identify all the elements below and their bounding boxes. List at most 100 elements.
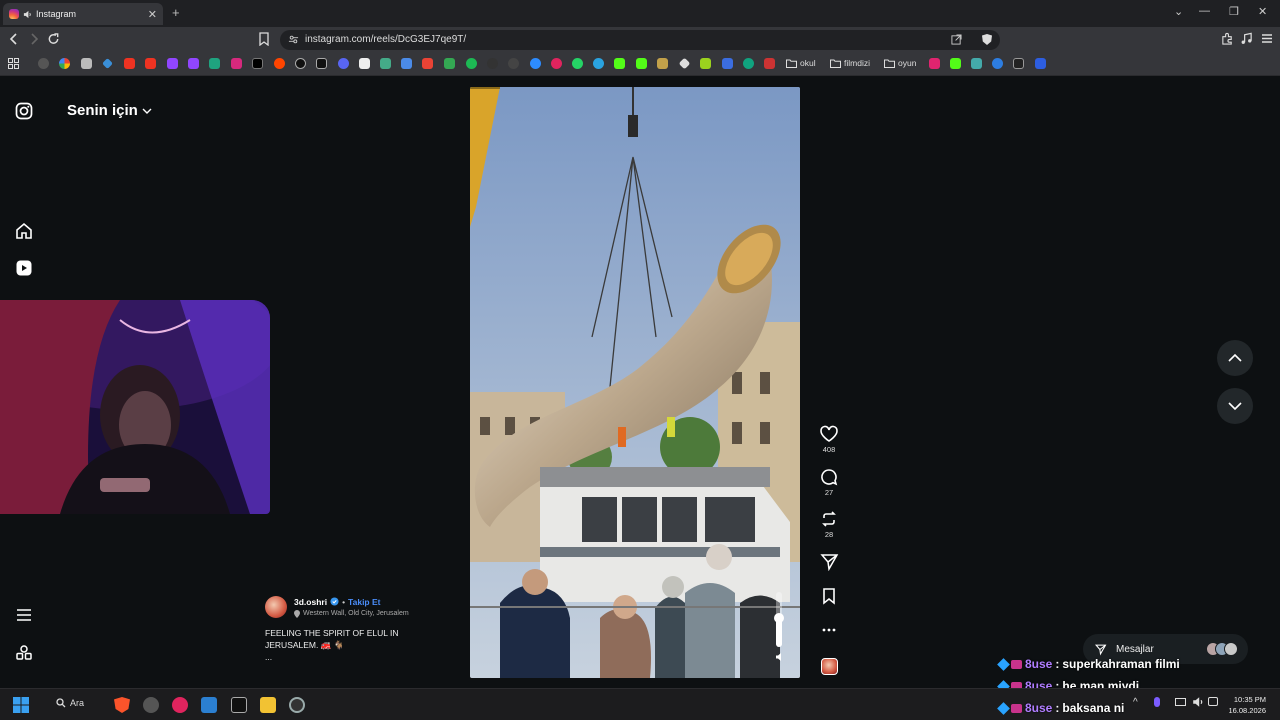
spotify-bookmark-icon[interactable] — [466, 58, 477, 69]
whatsapp-bookmark-icon[interactable] — [572, 58, 583, 69]
bookmark-icon[interactable] — [929, 58, 940, 69]
feed-selector[interactable]: Senin için — [67, 102, 152, 119]
gemini-bookmark-icon[interactable] — [102, 58, 113, 69]
bookmark-icon[interactable] — [992, 58, 1003, 69]
bookmark-folder-filmdizi[interactable]: filmdizi — [830, 58, 870, 68]
close-tab-icon[interactable]: ✕ — [148, 8, 157, 21]
speaker-icon[interactable] — [23, 10, 32, 19]
bookmark-icon[interactable] — [657, 58, 668, 69]
reel-video[interactable] — [470, 87, 800, 678]
browser-tab-instagram[interactable]: Instagram ✕ — [3, 3, 163, 25]
youtube-bookmark-icon[interactable] — [145, 58, 156, 69]
history-bookmark-icon[interactable] — [38, 58, 49, 69]
comment-button[interactable]: 27 — [817, 468, 841, 497]
reels-icon[interactable] — [15, 259, 33, 277]
home-icon[interactable] — [15, 222, 33, 240]
bookmark-icon[interactable] — [551, 58, 562, 69]
address-bar[interactable]: instagram.com/reels/DcG3EJ7qe9T/ — [280, 30, 1000, 50]
browser-menu-icon[interactable] — [1261, 32, 1273, 45]
bookmark-icon[interactable] — [209, 58, 220, 69]
also-from-meta-icon[interactable] — [15, 644, 33, 662]
youtube-bookmark-icon[interactable] — [124, 58, 135, 69]
avatar[interactable] — [265, 596, 287, 618]
back-icon[interactable] — [8, 32, 20, 46]
previous-reel-button[interactable] — [1217, 340, 1253, 376]
forward-icon[interactable] — [28, 32, 40, 46]
microphone-icon[interactable] — [1154, 697, 1160, 707]
bookmark-icon[interactable] — [764, 58, 775, 69]
bookmark-folder-oyun[interactable]: oyun — [884, 58, 916, 68]
bookmark-icon[interactable] — [380, 58, 391, 69]
taskbar-app-icon[interactable] — [172, 697, 188, 713]
kick-bookmark-icon[interactable] — [636, 58, 647, 69]
volume-slider[interactable] — [774, 592, 784, 647]
taskbar-search[interactable]: Ara — [56, 698, 84, 708]
file-explorer-icon[interactable] — [260, 697, 276, 713]
bookmark-icon[interactable] — [1035, 58, 1046, 69]
caption-more-button[interactable]: ... — [265, 651, 465, 663]
open-in-app-icon[interactable] — [951, 34, 962, 45]
audio-thumbnail[interactable] — [817, 658, 841, 675]
telegram-bookmark-icon[interactable] — [593, 58, 604, 69]
bookmark-icon[interactable] — [971, 58, 982, 69]
x-bookmark-icon[interactable] — [252, 58, 263, 69]
bookmark-icon[interactable] — [530, 58, 541, 69]
brave-shields-icon[interactable] — [981, 33, 993, 46]
bookmark-folder-okul[interactable]: okul — [786, 58, 816, 68]
like-button[interactable]: 408 — [817, 425, 841, 454]
reddit-bookmark-icon[interactable] — [274, 58, 285, 69]
bookmark-icon[interactable] — [487, 58, 498, 69]
bookmark-icon[interactable] — [678, 57, 691, 70]
speaker-icon[interactable] — [775, 652, 785, 662]
tab-search-icon[interactable]: ⌄ — [1174, 5, 1183, 18]
translate-bookmark-icon[interactable] — [401, 58, 412, 69]
bookmark-icon[interactable] — [359, 58, 370, 69]
bookmark-icon[interactable] — [700, 58, 711, 69]
taskbar-app-icon[interactable] — [231, 697, 247, 713]
volume-icon[interactable] — [1192, 696, 1204, 708]
bookmark-icon[interactable] — [81, 58, 92, 69]
network-icon[interactable] — [1175, 698, 1186, 706]
bookmark-icon[interactable] — [722, 58, 733, 69]
twitch-bookmark-icon[interactable] — [167, 58, 178, 69]
gmail-bookmark-icon[interactable] — [422, 58, 433, 69]
apps-grid-icon[interactable] — [8, 58, 19, 69]
taskbar-app-icon[interactable] — [201, 697, 217, 713]
bookmark-icon[interactable] — [1013, 58, 1024, 69]
kick-bookmark-icon[interactable] — [950, 58, 961, 69]
taskbar-clock[interactable]: 10:35 PM 16.08.2026 — [1228, 694, 1266, 716]
location-label[interactable]: Western Wall, Old City, Jerusalem — [303, 610, 409, 617]
chatgpt-bookmark-icon[interactable] — [743, 58, 754, 69]
maximize-button[interactable]: ❐ — [1229, 5, 1239, 18]
more-menu-icon[interactable] — [15, 606, 33, 624]
notification-icon[interactable] — [1208, 697, 1218, 706]
instagram-bookmark-icon[interactable] — [231, 58, 242, 69]
new-tab-button[interactable]: + — [172, 5, 180, 20]
kick-bookmark-icon[interactable] — [614, 58, 625, 69]
share-button[interactable] — [817, 553, 841, 571]
username[interactable]: 3d.oshri — [294, 597, 327, 607]
bookmark-page-icon[interactable] — [259, 32, 269, 46]
site-settings-icon[interactable] — [288, 34, 299, 45]
save-button[interactable] — [817, 587, 841, 605]
more-options-button[interactable] — [817, 621, 841, 639]
discord-bookmark-icon[interactable] — [338, 58, 349, 69]
windows-start-icon[interactable] — [13, 697, 29, 713]
taskbar-app-icon[interactable] — [289, 697, 305, 713]
minimize-button[interactable]: — — [1199, 5, 1210, 17]
taskbar-app-icon[interactable] — [143, 697, 159, 713]
brave-taskbar-icon[interactable] — [114, 697, 130, 713]
follow-button[interactable]: Takip Et — [348, 597, 380, 607]
twitch-bookmark-icon[interactable] — [188, 58, 199, 69]
tiktok-bookmark-icon[interactable] — [316, 58, 327, 69]
reload-icon[interactable] — [47, 32, 60, 46]
repost-button[interactable]: 28 — [817, 510, 841, 539]
extensions-icon[interactable] — [1221, 32, 1234, 45]
close-window-button[interactable]: ✕ — [1258, 5, 1267, 18]
drive-bookmark-icon[interactable] — [444, 58, 455, 69]
next-reel-button[interactable] — [1217, 388, 1253, 424]
github-bookmark-icon[interactable] — [508, 58, 519, 69]
chevron-up-icon[interactable]: ^ — [1133, 697, 1138, 708]
media-controls-icon[interactable] — [1240, 32, 1253, 45]
google-bookmark-icon[interactable] — [59, 58, 70, 69]
